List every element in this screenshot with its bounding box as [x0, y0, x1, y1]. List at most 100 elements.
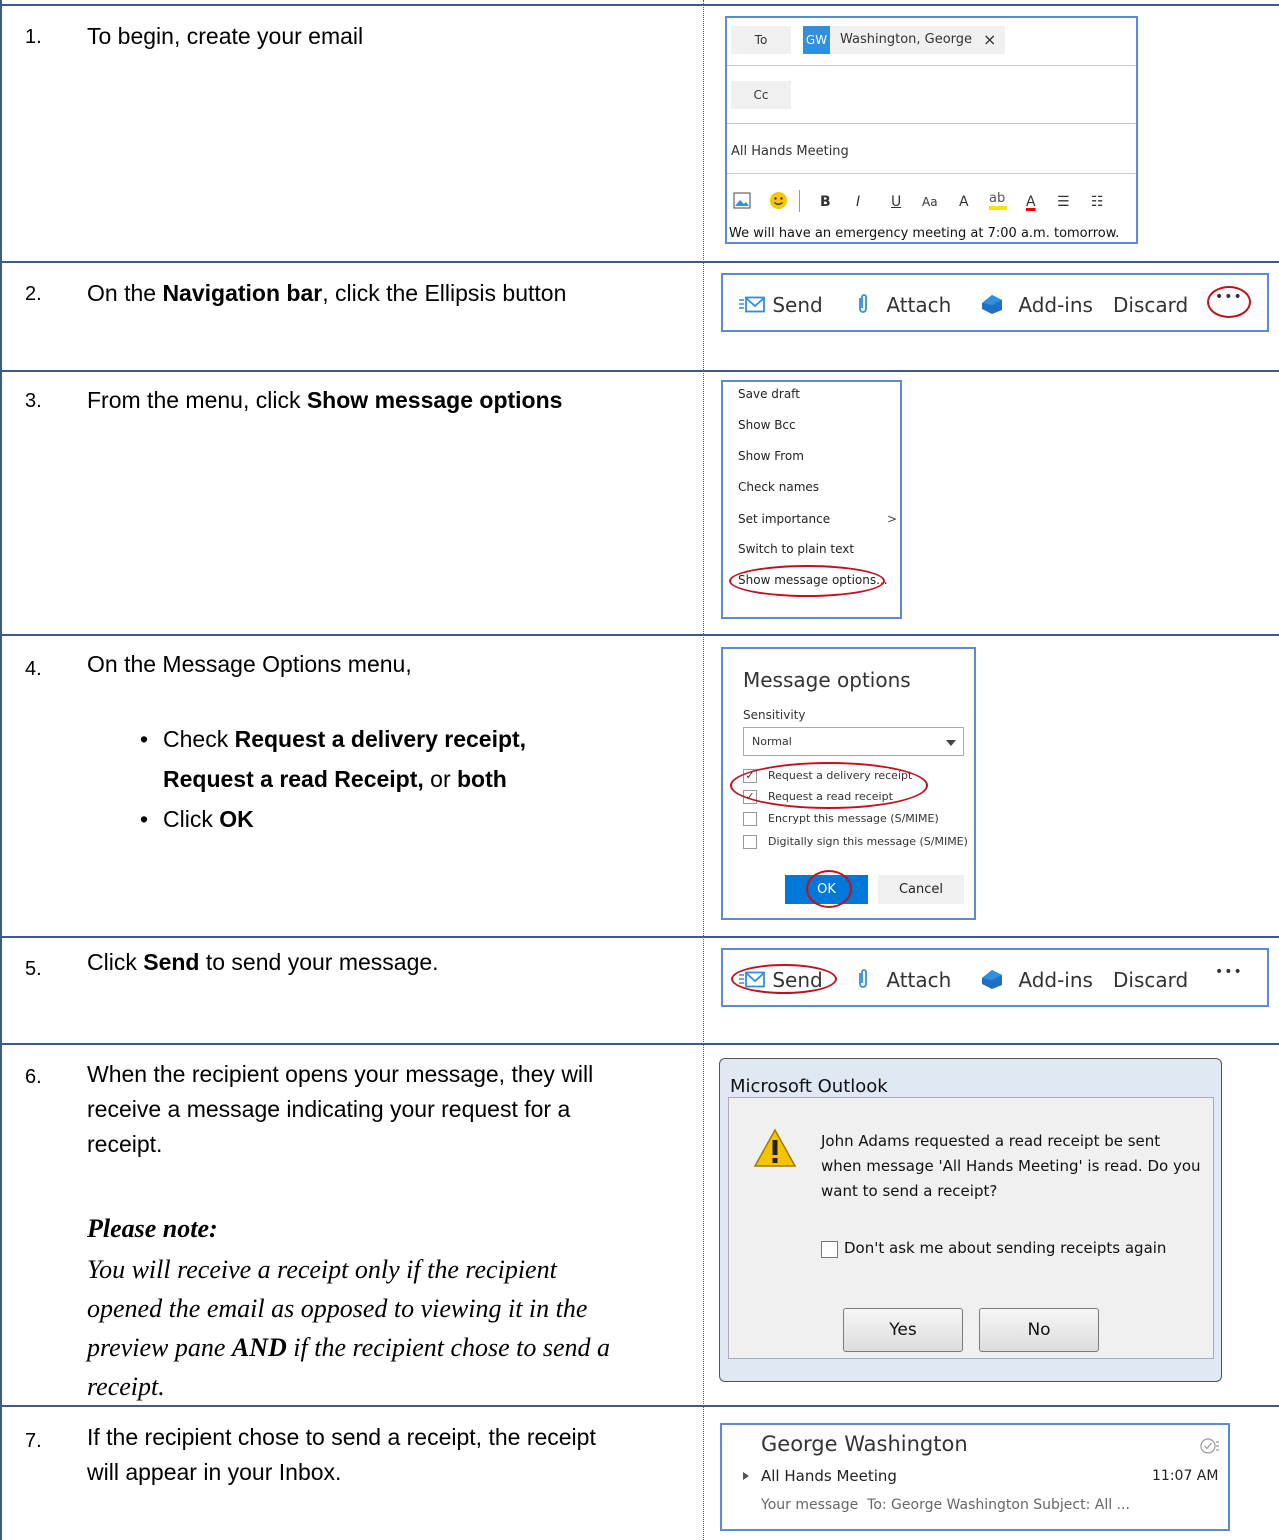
navigation-toolbar: Send Attach Add-ins Discard ••• — [721, 273, 1269, 332]
note-line: opened the email as opposed to viewing i… — [87, 1294, 588, 1323]
sensitivity-value: Normal — [752, 735, 792, 748]
warning-icon — [753, 1128, 797, 1167]
step-number: 1. — [25, 26, 42, 48]
remove-recipient-icon[interactable]: × — [983, 30, 996, 49]
table-row-divider — [0, 1043, 1279, 1045]
field-divider — [727, 65, 1136, 66]
send-label: Send — [772, 293, 823, 317]
note-title: Please note: — [87, 1214, 218, 1243]
menu-item-switch-plain-text[interactable]: Switch to plain text — [738, 542, 854, 556]
paperclip-icon — [859, 969, 867, 988]
step-text-line: will appear in your Inbox. — [87, 1459, 342, 1485]
recipient-name: Washington, George — [840, 32, 973, 47]
step-text-line: receipt. — [87, 1131, 163, 1157]
menu-item-show-from[interactable]: Show From — [738, 449, 804, 463]
step-number: 7. — [25, 1430, 42, 1452]
highlight-circle — [1207, 286, 1251, 318]
cancel-button[interactable]: Cancel — [878, 875, 964, 904]
dont-ask-checkbox[interactable] — [821, 1241, 838, 1258]
addins-button[interactable]: Add-ins — [980, 968, 1093, 992]
dialog-body: John Adams requested a read receipt be s… — [728, 1097, 1214, 1359]
encrypt-checkbox[interactable] — [743, 812, 757, 826]
compose-email-screenshot: To GW Washington, George × Cc All Hands … — [725, 16, 1138, 244]
recipient-chip[interactable]: Washington, George × — [830, 26, 1005, 54]
step-text: To begin, create your email — [87, 23, 364, 49]
highlight-icon[interactable]: ab — [989, 191, 1007, 210]
bullets-button[interactable]: ☰ — [1057, 194, 1070, 210]
bold-button[interactable]: B — [820, 194, 831, 210]
field-divider — [727, 123, 1136, 124]
grow-font-button[interactable]: A — [959, 194, 969, 210]
step-number: 4. — [25, 658, 42, 680]
step-number: 6. — [25, 1066, 42, 1088]
attach-button[interactable]: Attach — [856, 968, 951, 992]
read-receipt-dialog: Microsoft Outlook John Adams requested a… — [719, 1058, 1222, 1382]
menu-item-save-draft[interactable]: Save draft — [738, 387, 800, 401]
checkbox-label: Encrypt this message (S/MIME) — [768, 812, 939, 825]
cc-button[interactable]: Cc — [731, 81, 791, 109]
table-row-divider — [0, 261, 1279, 263]
menu-item-check-names[interactable]: Check names — [738, 480, 819, 494]
digital-sign-checkbox[interactable] — [743, 835, 757, 849]
mark-read-icon — [1200, 1438, 1219, 1454]
insert-picture-icon[interactable] — [733, 192, 751, 213]
font-color-button[interactable]: A — [1026, 194, 1036, 210]
ellipsis-button[interactable]: ••• — [1215, 964, 1243, 980]
attach-button[interactable]: Attach — [856, 293, 951, 317]
dialog-message-line: when message 'All Hands Meeting' is read… — [821, 1157, 1201, 1175]
field-divider — [727, 173, 1136, 174]
attach-label: Attach — [886, 968, 952, 992]
emoji-icon[interactable] — [769, 191, 788, 214]
dialog-message-line: want to send a receipt? — [821, 1182, 998, 1200]
italic-button[interactable]: I — [856, 194, 860, 210]
chevron-down-icon — [946, 740, 956, 746]
message-body[interactable]: We will have an emergency meeting at 7:0… — [729, 226, 1119, 241]
step-text-line: If the recipient chose to send a receipt… — [87, 1424, 596, 1450]
step-text: On the Navigation bar, click the Ellipsi… — [87, 280, 567, 306]
numbering-button[interactable]: ☷ — [1091, 194, 1104, 210]
message-options-panel: Message options Sensitivity Normal ✓ Req… — [721, 647, 976, 920]
table-row-divider — [0, 4, 1279, 6]
table-row-divider — [0, 370, 1279, 372]
message-preview: Your message To: George Washington Subje… — [761, 1497, 1130, 1513]
addins-button[interactable]: Add-ins — [980, 293, 1093, 317]
menu-item-set-importance[interactable]: Set importance — [738, 512, 830, 526]
highlight-circle — [806, 870, 852, 908]
no-button[interactable]: No — [979, 1308, 1099, 1352]
step-bullets: Check Request a delivery receipt,Request… — [140, 719, 526, 839]
step-number: 2. — [25, 283, 42, 305]
inbox-message-item[interactable]: George Washington All Hands Meeting 11:0… — [720, 1423, 1230, 1531]
discard-button[interactable]: Discard — [1113, 968, 1188, 992]
sender-name: George Washington — [761, 1432, 968, 1456]
more-options-menu: Save draft Show Bcc Show From Check name… — [721, 380, 902, 619]
checkbox-label: Don't ask me about sending receipts agai… — [844, 1239, 1167, 1257]
sensitivity-dropdown[interactable]: Normal — [743, 727, 964, 756]
step-text-line: receive a message indicating your reques… — [87, 1096, 571, 1122]
message-subject: All Hands Meeting — [761, 1467, 897, 1485]
send-icon — [739, 296, 765, 313]
to-button[interactable]: To — [731, 26, 791, 54]
subject-field[interactable]: All Hands Meeting — [731, 144, 849, 159]
menu-item-show-bcc[interactable]: Show Bcc — [738, 418, 796, 432]
step-text: From the menu, click Show message option… — [87, 387, 563, 413]
note-line: receipt. — [87, 1372, 165, 1401]
step-text-line: When the recipient opens your message, t… — [87, 1061, 594, 1087]
addins-label: Add-ins — [1018, 293, 1093, 317]
bullet-item: Click OK — [140, 799, 526, 839]
underline-button[interactable]: U — [891, 194, 901, 210]
step-text: On the Message Options menu, — [87, 651, 412, 677]
font-size-button[interactable]: Aa — [922, 195, 938, 209]
highlight-circle — [729, 565, 885, 597]
table-row-divider — [0, 936, 1279, 938]
send-button[interactable]: Send — [738, 293, 823, 317]
yes-button[interactable]: Yes — [843, 1308, 963, 1352]
note-line: You will receive a receipt only if the r… — [87, 1255, 557, 1284]
step-number: 3. — [25, 390, 42, 412]
discard-button[interactable]: Discard — [1113, 293, 1188, 317]
step-text: Click Send to send your message. — [87, 949, 439, 975]
highlight-circle — [731, 964, 837, 994]
table-row-divider — [0, 634, 1279, 636]
bullet-item: Check Request a delivery receipt,Request… — [140, 719, 526, 799]
submenu-chevron-icon: > — [887, 512, 898, 526]
instruction-document: 1. To begin, create your email To GW Was… — [0, 0, 1279, 1540]
